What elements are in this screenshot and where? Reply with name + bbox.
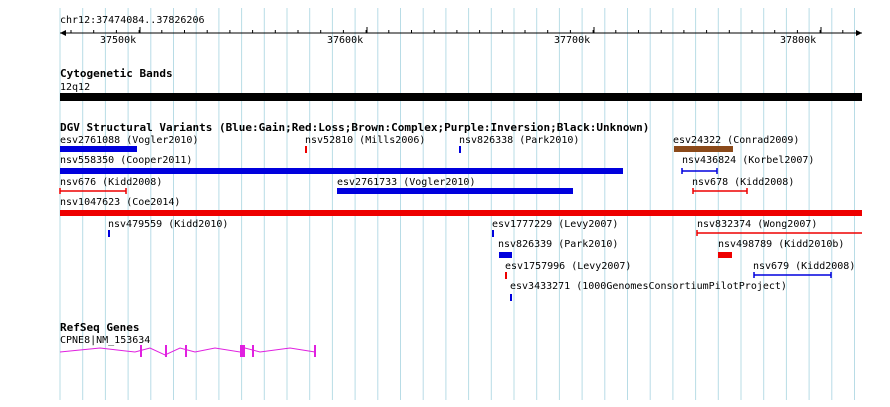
gene-exon xyxy=(140,345,142,357)
gene-exon xyxy=(252,345,254,357)
gene-exon xyxy=(314,345,316,357)
gene-exon xyxy=(165,345,167,357)
genome-browser-view[interactable]: chr12:37474084..37826206 37500k 37600k 3… xyxy=(0,0,890,407)
gene-exon xyxy=(240,345,245,357)
gene-exon xyxy=(185,345,187,357)
gene-model[interactable] xyxy=(0,0,890,407)
gene-intron-line xyxy=(59,347,316,356)
